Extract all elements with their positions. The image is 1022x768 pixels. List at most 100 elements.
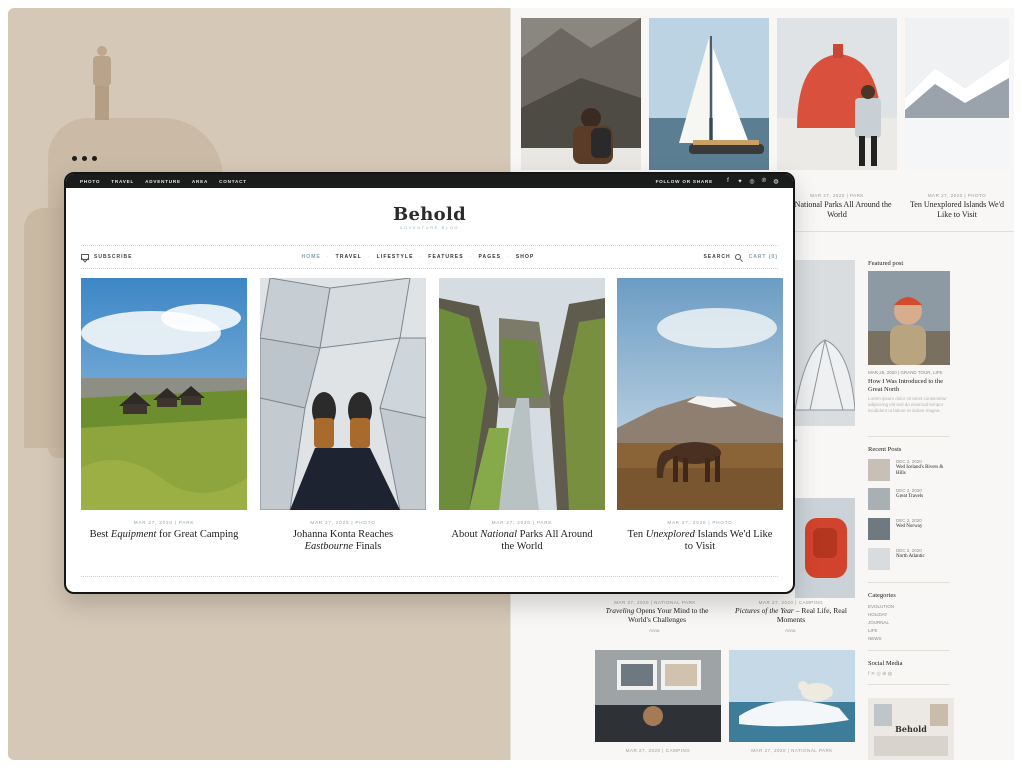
- recent-title[interactable]: North Atlantic: [896, 554, 925, 559]
- subscribe-link[interactable]: SUBSCRIBE: [81, 254, 132, 260]
- post-image-canyon[interactable]: [439, 278, 605, 510]
- back-meta: MAR 27, 2020 | PHOTO: [927, 193, 987, 198]
- post-image-ice-boots[interactable]: [260, 278, 426, 510]
- category-link[interactable]: JOURNAL: [868, 620, 889, 625]
- cart-link[interactable]: CART (0): [749, 254, 778, 260]
- post-card: MAR 27, 2020 | PHOTO Ten Unexplored Isla…: [617, 278, 783, 553]
- envelope-icon: [81, 254, 89, 260]
- author-name[interactable]: Anna: [785, 628, 796, 633]
- post-thumbnail-red-backpack[interactable]: [795, 498, 855, 598]
- nav-divider: [81, 268, 778, 269]
- showcase-stage: MAR 27, 2020 | PARK MAR 27, 2020 | PHOTO…: [0, 0, 1022, 768]
- back-post-title[interactable]: Pictures of the Year – Real Life, Real M…: [729, 606, 853, 624]
- back-post-title[interactable]: out National Parks All Around the World: [777, 200, 897, 220]
- post-meta: MAR 27, 2020 | PARK: [133, 520, 195, 525]
- featured-meta: MAR 26, 2020 | GRAND TOUR, LIFE: [868, 370, 943, 375]
- post-thumbnail-sailboat[interactable]: [649, 18, 769, 170]
- post-image-horse-mountain[interactable]: [617, 278, 783, 510]
- nav-shop[interactable]: SHOP: [516, 254, 535, 260]
- site-logo[interactable]: Behold: [66, 204, 793, 225]
- post-thumbnail-desk-photos[interactable]: [595, 650, 721, 742]
- top-link-photo[interactable]: PHOTO: [80, 179, 100, 184]
- featured-title[interactable]: How I Was Introduced to the Great North: [868, 378, 953, 394]
- recent-date: DEC 2, 2020: [896, 459, 922, 464]
- post-thumbnail-snow-mountain[interactable]: [905, 18, 1009, 170]
- search-icon: [734, 254, 741, 260]
- social-icons[interactable]: f ✕ ◎ ⊕ ◍: [868, 671, 892, 677]
- post-image-iceland-houses[interactable]: [81, 278, 247, 510]
- top-link-travel[interactable]: TRAVEL: [111, 179, 134, 184]
- recent-title[interactable]: Great Travels: [896, 494, 923, 499]
- post-thumbnail-red-tent[interactable]: [777, 18, 897, 170]
- recent-date: DEC 2, 2020: [896, 518, 922, 523]
- browser-window: PHOTO TRAVEL ADVENTURE AREA CONTACT FOLL…: [64, 172, 795, 594]
- back-meta: MAR 27, 2020 | CAMPING: [758, 600, 824, 605]
- back-post-title[interactable]: Traveling Opens Your Mind to the World's…: [595, 606, 719, 624]
- nav-lifestyle[interactable]: LIFESTYLE: [377, 254, 414, 260]
- search-button[interactable]: SEARCH: [703, 254, 741, 260]
- search-label: SEARCH: [703, 254, 731, 260]
- hiker-silhouette: [88, 46, 116, 120]
- twitter-icon[interactable]: ✦: [737, 178, 743, 185]
- category-link[interactable]: HOLIDAY: [868, 612, 887, 617]
- back-meta: MAR 27, 2020 | NATIONAL PARK: [614, 600, 696, 605]
- back-side-text: e: [795, 438, 798, 443]
- category-link[interactable]: LIFE: [868, 628, 878, 633]
- featured-excerpt: Lorem ipsum dolor sit amet consectetur a…: [868, 396, 947, 413]
- content-divider: [81, 576, 778, 577]
- recent-thumb[interactable]: [868, 488, 890, 510]
- post-thumbnail-couple[interactable]: [521, 18, 641, 170]
- post-meta: MAR 27, 2020 | PHOTO: [310, 520, 376, 525]
- category-link[interactable]: NEWS: [868, 636, 882, 641]
- social-media-heading: Social Media: [868, 660, 903, 667]
- categories-heading: Categories: [868, 592, 896, 599]
- instagram-icon[interactable]: ◎: [749, 178, 755, 185]
- post-title[interactable]: Johanna Konta Reaches Eastbourne Finals: [260, 529, 426, 553]
- site-tagline: ADVENTURE BLOG: [399, 225, 460, 230]
- category-link[interactable]: EVOLUTION: [868, 604, 894, 609]
- nav-features[interactable]: FEATURES: [428, 254, 463, 260]
- recent-date: DEC 2, 2020: [896, 548, 922, 553]
- top-link-adventure[interactable]: ADVENTURE: [145, 179, 181, 184]
- post-title[interactable]: About National Parks All Around the Worl…: [439, 529, 605, 553]
- facebook-icon[interactable]: f: [725, 178, 731, 184]
- post-thumbnail-dome-tent[interactable]: [795, 260, 855, 426]
- back-meta: MAR 27, 2020 | CAMPING: [625, 748, 691, 753]
- post-meta: MAR 27, 2020 | PHOTO: [667, 520, 733, 525]
- back-meta: MAR 27, 2020 | NATIONAL PARK: [751, 748, 833, 753]
- recent-date: DEC 2, 2020: [896, 488, 922, 493]
- top-bar: PHOTO TRAVEL ADVENTURE AREA CONTACT FOLL…: [66, 174, 793, 188]
- nav-divider: [81, 245, 778, 246]
- post-thumbnail-polar-bear[interactable]: [729, 650, 855, 742]
- recent-thumb[interactable]: [868, 518, 890, 540]
- post-meta: MAR 27, 2020 | PARK: [491, 520, 553, 525]
- post-title[interactable]: Best Equipment for Great Camping: [81, 529, 247, 541]
- recent-posts-heading: Recent Posts: [868, 446, 902, 453]
- top-link-area[interactable]: AREA: [192, 179, 208, 184]
- back-post-title[interactable]: Ten Unexplored Islands We'd Like to Visi…: [905, 200, 1009, 220]
- dribbble-icon[interactable]: ◍: [773, 178, 779, 185]
- post-card: MAR 27, 2020 | PARK About National Parks…: [439, 278, 605, 553]
- follow-label: FOLLOW OR SHARE: [655, 178, 713, 184]
- top-link-contact[interactable]: CONTACT: [219, 179, 247, 184]
- author-name[interactable]: Anna: [649, 628, 660, 633]
- featured-post-image[interactable]: [868, 271, 950, 365]
- main-nav: SUBSCRIBE HOME · TRAVEL · LIFESTYLE · FEATU…: [81, 251, 778, 263]
- window-dots: [72, 156, 97, 161]
- recent-thumb[interactable]: [868, 459, 890, 481]
- recent-title[interactable]: Wed Norway: [896, 524, 922, 529]
- featured-heading: Featured post: [868, 260, 904, 267]
- post-title[interactable]: Ten Unexplored Islands We'd Like to Visi…: [617, 529, 783, 553]
- nav-pages[interactable]: PAGES: [478, 254, 501, 260]
- subscribe-label: SUBSCRIBE: [94, 254, 133, 260]
- post-card: MAR 27, 2020 | PHOTO Johanna Konta Reach…: [260, 278, 426, 553]
- nav-home[interactable]: HOME: [302, 254, 321, 260]
- mini-logo: Behold: [895, 724, 927, 734]
- back-meta: MAR 27, 2020 | PARK: [810, 193, 864, 198]
- recent-thumb[interactable]: [868, 548, 890, 570]
- pinterest-icon[interactable]: ℗: [761, 178, 767, 184]
- mini-site-preview[interactable]: Behold: [868, 698, 954, 760]
- post-card: MAR 27, 2020 | PARK Best Equipment for G…: [81, 278, 247, 541]
- nav-travel[interactable]: TRAVEL: [336, 254, 362, 260]
- recent-title[interactable]: Wed Iceland's Rivers & Hills: [896, 465, 951, 477]
